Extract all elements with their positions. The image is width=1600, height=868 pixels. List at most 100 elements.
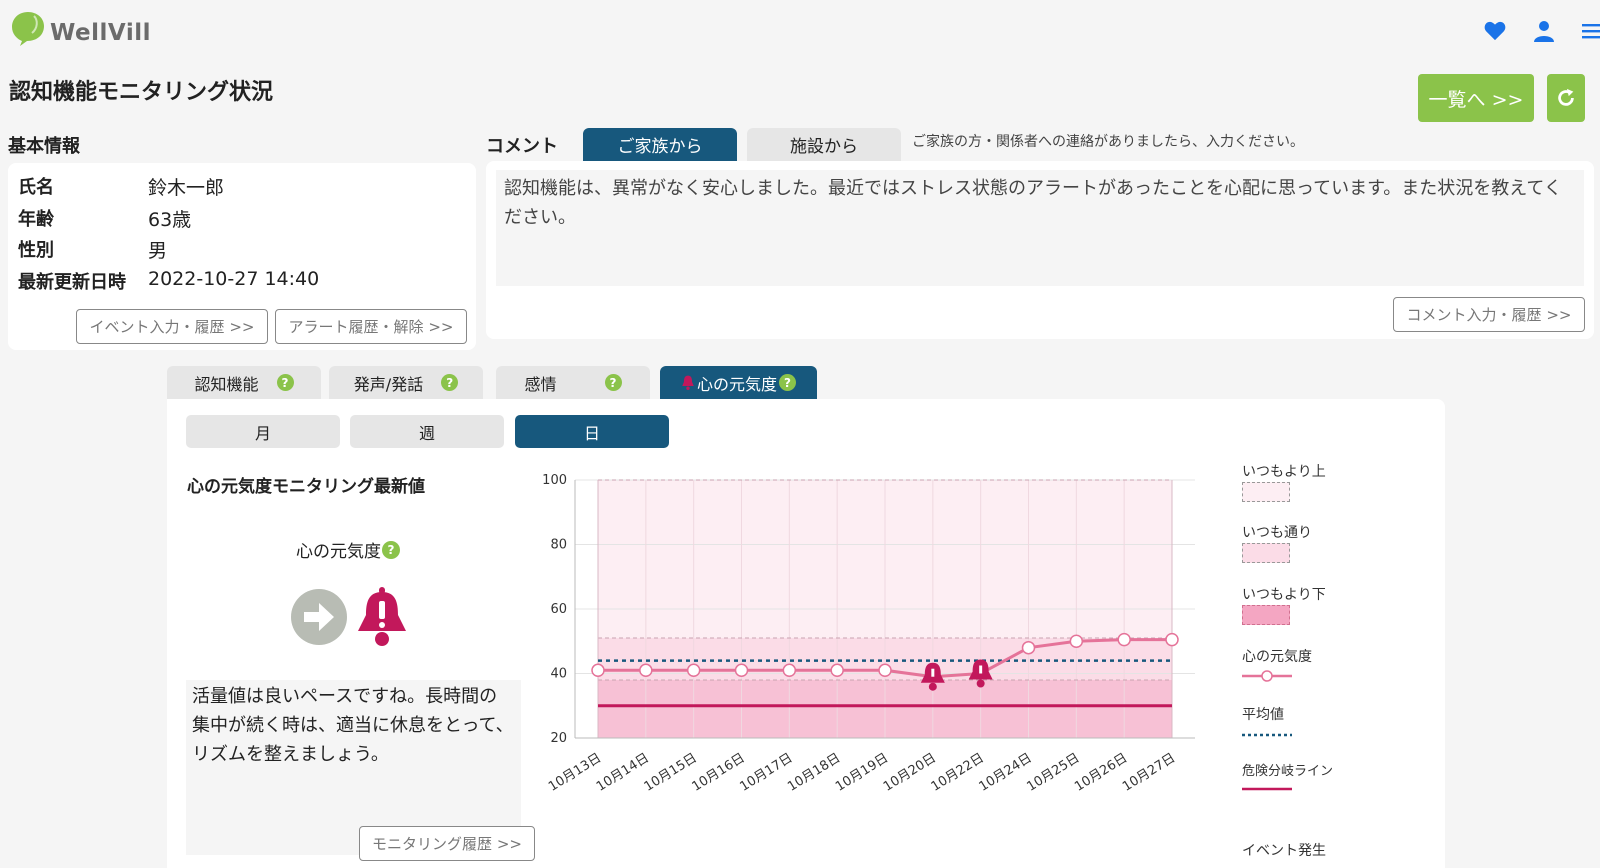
data-point xyxy=(591,663,605,678)
y-tick-label: 20 xyxy=(550,731,567,746)
x-tick-label: 10月25日 xyxy=(1024,751,1082,795)
legend-danger-line xyxy=(1242,787,1292,791)
y-tick-label: 80 xyxy=(550,538,567,553)
legend-average-line xyxy=(1242,733,1292,737)
list-button[interactable]: 一覧へ >> xyxy=(1418,74,1534,122)
period-month[interactable]: 月 xyxy=(186,415,340,448)
help-icon[interactable]: ? xyxy=(276,374,294,391)
tab-label: 感情 xyxy=(524,374,557,394)
page-title: 認知機能モニタリング状況 xyxy=(9,80,274,105)
help-icon[interactable]: ? xyxy=(779,374,796,391)
info-row-updated: 最新更新日時 2022-10-27 14:40 xyxy=(18,268,319,294)
metric-name: 心の元気度 ? xyxy=(296,537,400,562)
brand-logo[interactable]: WellVill xyxy=(10,10,151,46)
legend-above-swatch xyxy=(1242,482,1290,502)
comment-label: コメント xyxy=(486,136,558,157)
y-tick-label: 60 xyxy=(550,602,567,617)
x-tick-label: 10月20日 xyxy=(881,751,939,795)
data-point xyxy=(782,663,797,678)
info-value: 63歳 xyxy=(148,209,192,231)
x-tick-label: 10月19日 xyxy=(833,751,891,795)
tab-speech[interactable]: 発声/発話 ? xyxy=(329,366,483,399)
tab-cognitive[interactable]: 認知機能 ? xyxy=(167,366,321,399)
info-key: 年齢 xyxy=(18,209,54,230)
comment-hint: ご家族の方・関係者への連絡がありましたら、入力ください。 xyxy=(912,134,1304,150)
metric-label: 心の元気度 xyxy=(296,542,381,562)
bell-exclamation xyxy=(931,668,935,677)
info-row-age: 年齢 63歳 xyxy=(18,205,191,232)
tab-label: 心の元気度 xyxy=(696,374,777,394)
period-week[interactable]: 週 xyxy=(350,415,504,448)
legend-normal-swatch xyxy=(1242,543,1290,563)
basic-info-card: 氏名 鈴木一郎 年齢 63歳 性別 男 最新更新日時 2022-10-27 14… xyxy=(8,163,476,350)
basic-info-label: 基本情報 xyxy=(8,136,80,157)
legend-series-line xyxy=(1242,670,1292,682)
heart-icon[interactable] xyxy=(1484,21,1506,45)
data-point xyxy=(639,663,653,678)
latest-title: 心の元気度モニタリング最新値 xyxy=(187,477,425,497)
mental-energy-chart: 20 40 60 80 100 10月13日10月14日10月15日10月16日10月17… xyxy=(542,473,1195,795)
x-tick-label: 10月13日 xyxy=(546,751,604,795)
bell-clapper xyxy=(976,679,985,688)
info-value: 鈴木一郎 xyxy=(148,177,225,199)
legend-series-label: 心の元気度 xyxy=(1242,649,1312,665)
x-tick-label: 10月26日 xyxy=(1072,751,1130,795)
info-value: 男 xyxy=(148,240,168,262)
info-key: 氏名 xyxy=(18,177,54,198)
data-point xyxy=(734,663,749,678)
x-tick-label: 10月22日 xyxy=(929,751,987,795)
x-tick-label: 10月24日 xyxy=(977,751,1035,795)
alert-history-button[interactable]: アラート履歴・解除 >> xyxy=(275,309,467,344)
comment-input-button[interactable]: コメント入力・履歴 >> xyxy=(1393,297,1585,332)
tab-facility[interactable]: 施設から xyxy=(747,128,901,161)
x-tick-label: 10月15日 xyxy=(642,751,700,795)
info-row-name: 氏名 鈴木一郎 xyxy=(18,173,224,200)
refresh-button[interactable] xyxy=(1547,74,1585,122)
refresh-icon xyxy=(1558,88,1574,106)
bell-alert-icon xyxy=(358,587,406,646)
x-tick-label: 10月27日 xyxy=(1120,751,1178,795)
y-tick-label: 40 xyxy=(550,667,567,682)
legend-average-label: 平均値 xyxy=(1242,707,1284,723)
x-tick-label: 10月18日 xyxy=(785,751,843,795)
data-point xyxy=(1021,640,1036,655)
info-row-sex: 性別 男 xyxy=(18,236,167,263)
comment-text[interactable]: 認知機能は、異常がなく安心しました。最近ではストレス状態のアラートがあったことを… xyxy=(496,170,1584,286)
legend-below-label: いつもより下 xyxy=(1242,587,1326,603)
monitoring-history-button[interactable]: モニタリング履歴 >> xyxy=(359,826,535,861)
user-icon[interactable] xyxy=(1534,20,1554,46)
event-input-button[interactable]: イベント入力・履歴 >> xyxy=(76,309,268,344)
menu-icon[interactable] xyxy=(1582,22,1600,44)
data-point xyxy=(1069,634,1084,648)
tab-label: 発声/発話 xyxy=(353,374,424,394)
bell-clapper xyxy=(928,682,937,691)
x-tick-label: 10月17日 xyxy=(737,751,795,795)
bell-alert-icon xyxy=(682,375,694,390)
y-tick-label: 100 xyxy=(542,473,567,488)
leaf-logo-icon xyxy=(12,12,44,46)
legend-event-label: イベント発生 xyxy=(1242,843,1326,859)
info-key: 性別 xyxy=(18,240,54,261)
tab-emotion[interactable]: 感情 ? xyxy=(496,366,650,399)
info-value: 2022-10-27 14:40 xyxy=(148,268,320,290)
help-icon[interactable]: ? xyxy=(604,374,622,391)
arrow-right-icon xyxy=(291,589,347,645)
data-point xyxy=(878,663,892,678)
help-icon[interactable]: ? xyxy=(382,540,400,559)
info-key: 最新更新日時 xyxy=(18,272,126,293)
brand-name: WellVill xyxy=(50,20,151,46)
data-point xyxy=(1165,632,1179,647)
bell-exclamation xyxy=(979,665,983,674)
data-point xyxy=(1117,632,1131,647)
data-point xyxy=(830,663,844,678)
tab-label: 認知機能 xyxy=(194,374,259,394)
x-tick-label: 10月14日 xyxy=(594,751,652,795)
x-tick-label: 10月16日 xyxy=(690,751,748,795)
legend-below-swatch xyxy=(1242,605,1290,625)
legend-normal-label: いつも通り xyxy=(1242,525,1312,541)
data-point xyxy=(686,663,701,678)
tab-mental-energy[interactable]: 心の元気度 ? xyxy=(660,366,817,399)
tab-family[interactable]: ご家族から xyxy=(583,128,737,161)
period-day[interactable]: 日 xyxy=(515,415,669,448)
help-icon[interactable]: ? xyxy=(441,374,459,391)
